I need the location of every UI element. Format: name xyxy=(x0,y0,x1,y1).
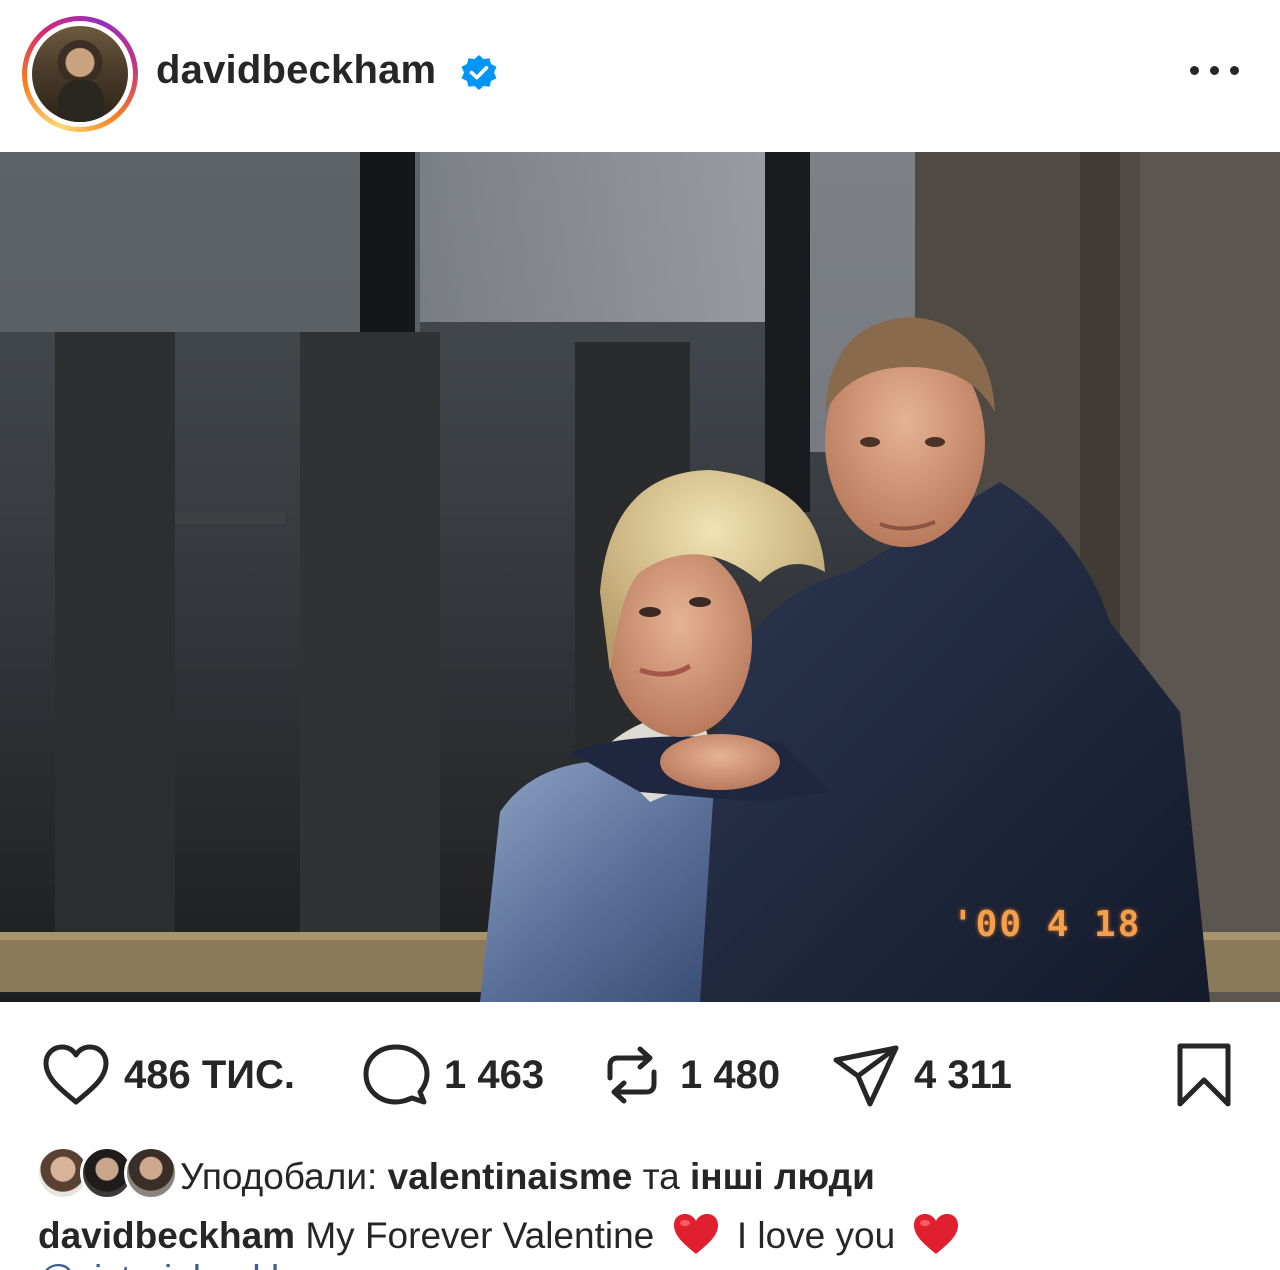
comment-icon xyxy=(363,1044,430,1105)
repost-button[interactable]: 1 480 xyxy=(596,1042,780,1108)
post-caption: davidbeckham My Forever Valentine I love… xyxy=(38,1212,967,1257)
story-ring[interactable] xyxy=(22,16,138,132)
share-button[interactable]: 4 311 xyxy=(830,1042,1012,1108)
red-heart-emoji-icon xyxy=(914,1214,959,1254)
others-link[interactable]: інші люди xyxy=(690,1156,875,1197)
more-options-icon[interactable] xyxy=(1188,56,1242,86)
date-stamp: '00 4 18 xyxy=(952,904,1142,945)
caption-text-1: My Forever Valentine xyxy=(305,1215,655,1256)
send-icon xyxy=(833,1045,899,1107)
liker-avatars[interactable] xyxy=(36,1146,178,1200)
shares-count: 4 311 xyxy=(914,1052,1012,1097)
likes-text: Уподобали: valentinaisme та інші люди xyxy=(180,1156,875,1198)
avatar xyxy=(124,1146,178,1200)
action-bar: 486 ТИС. 1 463 1 480 4 311 xyxy=(0,1030,1280,1120)
post-username[interactable]: davidbeckham xyxy=(156,48,436,93)
likes-count: 486 ТИС. xyxy=(124,1052,296,1097)
likes-prefix: Уподобали: xyxy=(180,1156,378,1197)
caption-text-2: I love you xyxy=(736,1215,896,1256)
verified-badge-icon xyxy=(461,55,497,90)
comment-button[interactable]: 1 463 xyxy=(360,1042,544,1108)
comments-count: 1 463 xyxy=(444,1052,545,1097)
like-button[interactable]: 486 ТИС. xyxy=(40,1042,295,1108)
repost-icon xyxy=(607,1046,657,1104)
avatar[interactable] xyxy=(32,26,128,122)
likes-summary: Уподобали: valentinaisme та інші люди xyxy=(36,1146,1256,1204)
heart-icon xyxy=(43,1044,109,1105)
post-header: davidbeckham xyxy=(0,0,1280,152)
likes-conjunction: та xyxy=(642,1156,680,1197)
post-photo[interactable]: '00 4 18 xyxy=(0,152,1280,1002)
bookmark-icon[interactable] xyxy=(1168,1040,1240,1112)
reposts-count: 1 480 xyxy=(680,1052,781,1097)
liker-username[interactable]: valentinaisme xyxy=(388,1156,633,1197)
caption-username[interactable]: davidbeckham xyxy=(38,1215,295,1256)
photo-illustration xyxy=(0,152,1280,1002)
caption-mention[interactable]: @victoriabeckham xyxy=(38,1258,343,1270)
red-heart-emoji-icon xyxy=(673,1214,718,1254)
